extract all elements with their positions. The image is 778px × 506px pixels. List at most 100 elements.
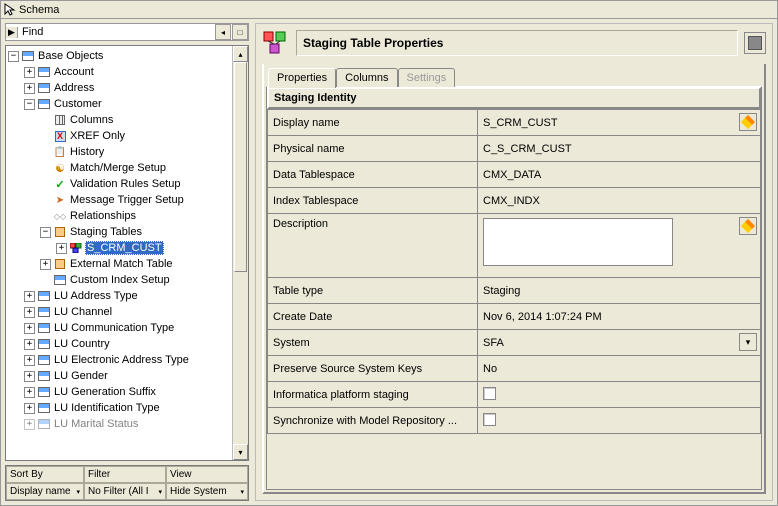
checkbox[interactable]	[483, 413, 496, 426]
tree-toggle[interactable]: +	[24, 307, 35, 318]
find-next-button[interactable]: □	[232, 24, 248, 40]
tab-body-properties: Staging Identity Display nameS_CRM_CUST …	[266, 86, 762, 490]
tree-item-msgtrigger[interactable]: Message Trigger Setup	[69, 194, 185, 206]
tree-item-luchannel[interactable]: LU Channel	[53, 306, 113, 318]
external-match-icon	[53, 257, 67, 271]
tree-toggle[interactable]: +	[24, 291, 35, 302]
tree-item-matchmerge[interactable]: Match/Merge Setup	[69, 162, 167, 174]
tree-toggle[interactable]: +	[24, 419, 35, 430]
prop-label: Description	[268, 214, 478, 278]
table-icon	[37, 289, 51, 303]
tree-item-customidx[interactable]: Custom Index Setup	[69, 274, 171, 286]
table-icon	[37, 305, 51, 319]
prop-value-description[interactable]	[478, 214, 761, 278]
left-panel: ▶ Find ◂ □ −Base Objects +Account +Addre…	[5, 23, 249, 501]
base-objects-icon	[21, 49, 35, 63]
prop-value-platformstaging[interactable]	[478, 382, 761, 408]
tree-toggle[interactable]: −	[24, 99, 35, 110]
window-title: Schema	[19, 4, 59, 16]
tab-columns[interactable]: Columns	[336, 68, 397, 87]
tree-item-luaddress[interactable]: LU Address Type	[53, 290, 139, 302]
tree-toggle[interactable]: +	[24, 323, 35, 334]
tree-toggle[interactable]: +	[24, 371, 35, 382]
table-icon	[37, 353, 51, 367]
tree-item-validation[interactable]: Validation Rules Setup	[69, 178, 181, 190]
tree-item-lucountry[interactable]: LU Country	[53, 338, 111, 350]
tree-item-luid[interactable]: LU Identification Type	[53, 402, 161, 414]
custom-index-icon	[53, 273, 67, 287]
table-icon	[37, 385, 51, 399]
columns-icon	[53, 113, 67, 127]
tree-toggle[interactable]: +	[24, 83, 35, 94]
tree-toggle[interactable]: +	[24, 387, 35, 398]
tree-item-address[interactable]: Address	[53, 82, 95, 94]
scroll-up-button[interactable]: ▴	[233, 46, 248, 62]
tree-toggle[interactable]: −	[8, 51, 19, 62]
tree-toggle[interactable]: +	[56, 243, 67, 254]
tab-properties[interactable]: Properties	[268, 68, 336, 88]
schema-tree[interactable]: − Base Objects + Account + Address − Custome…	[5, 45, 249, 461]
prop-value-preservekeys: No	[478, 356, 761, 382]
sortby-dropdown[interactable]: Display name▾	[6, 483, 84, 500]
prop-label: Data Tablespace	[268, 162, 478, 188]
tree-item-luelec[interactable]: LU Electronic Address Type	[53, 354, 190, 366]
description-textarea[interactable]	[483, 218, 673, 266]
prop-value-sync[interactable]	[478, 408, 761, 434]
tree-item-columns[interactable]: Columns	[69, 114, 114, 126]
table-icon	[37, 321, 51, 335]
tree-item-xref[interactable]: XREF Only	[69, 130, 126, 142]
prop-value-system[interactable]: SFA▾	[478, 330, 761, 356]
tree-item-lugen[interactable]: LU Generation Suffix	[53, 386, 157, 398]
tree-root[interactable]: Base Objects	[37, 50, 104, 62]
tree-toggle[interactable]: +	[24, 339, 35, 350]
match-merge-icon: ☯	[53, 161, 67, 175]
prop-label: Table type	[268, 278, 478, 304]
tree-item-stagingtables[interactable]: Staging Tables	[69, 226, 143, 238]
tree-item-history[interactable]: History	[69, 146, 105, 158]
find-prev-button[interactable]: ◂	[215, 24, 231, 40]
save-icon	[748, 36, 762, 50]
validation-icon: ✓	[53, 177, 67, 191]
tree-item-scrmcust[interactable]: S_CRM_CUST	[85, 241, 164, 255]
dropdown-arrow[interactable]: ▾	[739, 333, 757, 351]
prop-label: System	[268, 330, 478, 356]
view-dropdown[interactable]: Hide System ▾	[166, 483, 248, 500]
tree-item-customer[interactable]: Customer	[53, 98, 103, 110]
table-icon	[37, 369, 51, 383]
tree-toggle[interactable]: +	[40, 259, 51, 270]
tree-item-lucomm[interactable]: LU Communication Type	[53, 322, 175, 334]
tree-toggle[interactable]: +	[24, 67, 35, 78]
header-filter[interactable]: Filter	[84, 466, 166, 483]
prop-value-displayname[interactable]: S_CRM_CUST	[478, 110, 761, 136]
chevron-down-icon: ▾	[158, 488, 162, 496]
table-icon	[37, 401, 51, 415]
prop-value-physicalname: C_S_CRM_CUST	[478, 136, 761, 162]
edit-button[interactable]	[739, 217, 757, 235]
scroll-thumb[interactable]	[234, 62, 247, 272]
save-button[interactable]	[744, 32, 766, 54]
history-icon: 📋	[53, 145, 67, 159]
scroll-down-button[interactable]: ▾	[233, 444, 248, 460]
tree-item-relationships[interactable]: Relationships	[69, 210, 137, 222]
filter-dropdown[interactable]: No Filter (All I▾	[84, 483, 166, 500]
filter-grid: Sort By Filter View Display name▾ No Fil…	[5, 465, 249, 501]
section-header: Staging Identity	[267, 87, 761, 109]
prop-label: Create Date	[268, 304, 478, 330]
chevron-down-icon: ▾	[76, 488, 80, 496]
tree-item-extmatch[interactable]: External Match Table	[69, 258, 174, 270]
tree-toggle[interactable]: +	[24, 403, 35, 414]
header-view[interactable]: View	[166, 466, 248, 483]
table-icon	[37, 81, 51, 95]
tree-toggle[interactable]: −	[40, 227, 51, 238]
tree-scrollbar[interactable]: ▴ ▾	[232, 46, 248, 460]
tree-item-account[interactable]: Account	[53, 66, 95, 78]
edit-button[interactable]	[739, 113, 757, 131]
checkbox[interactable]	[483, 387, 496, 400]
tree-toggle[interactable]: +	[24, 355, 35, 366]
message-trigger-icon: ➤	[53, 193, 67, 207]
tree-item-lugender[interactable]: LU Gender	[53, 370, 109, 382]
header-sortby[interactable]: Sort By	[6, 466, 84, 483]
tree-item-lumarital[interactable]: LU Marital Status	[53, 418, 139, 430]
find-expand-toggle[interactable]: ▶	[6, 27, 18, 38]
prop-label: Display name	[268, 110, 478, 136]
